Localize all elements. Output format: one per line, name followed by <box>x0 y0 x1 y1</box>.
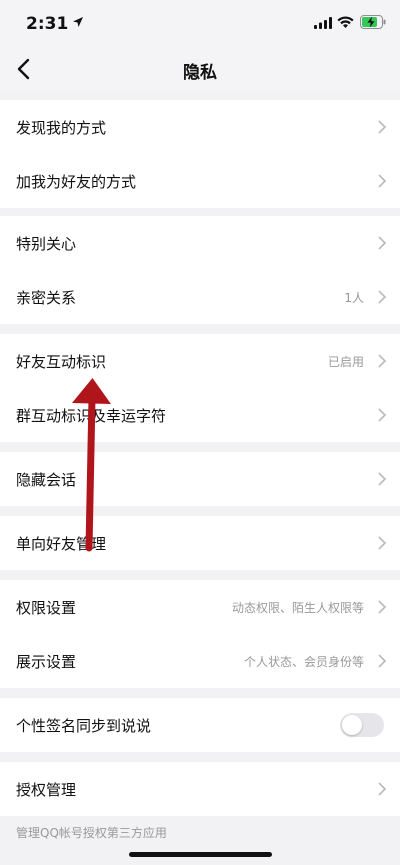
chevron-right-icon <box>378 408 386 422</box>
row-label: 发现我的方式 <box>16 119 107 137</box>
row-label: 单向好友管理 <box>16 535 107 553</box>
settings-group-signature-sync: 个性签名同步到说说 <box>0 698 400 752</box>
row-value: 个人状态、会员身份等 <box>243 655 364 669</box>
cellular-signal-icon <box>314 17 332 29</box>
row-discover-me[interactable]: 发现我的方式 <box>0 100 400 154</box>
home-indicator[interactable] <box>129 852 272 857</box>
chevron-right-icon <box>378 536 386 550</box>
page-title: 隐私 <box>183 63 217 83</box>
settings-group-interaction-marks: 好友互动标识 已启用 群互动标识及幸运字符 <box>0 334 400 442</box>
row-add-me-as-friend[interactable]: 加我为好友的方式 <box>0 154 400 208</box>
row-group-interaction-marks[interactable]: 群互动标识及幸运字符 <box>0 388 400 442</box>
chevron-right-icon <box>378 120 386 134</box>
chevron-right-icon <box>378 354 386 368</box>
settings-group-one-way-friends: 单向好友管理 <box>0 516 400 570</box>
authorization-footer-note: 管理QQ帐号授权第三方应用 <box>16 826 167 840</box>
row-label: 权限设置 <box>16 599 77 617</box>
settings-group-discovery: 发现我的方式 加我为好友的方式 <box>0 100 400 208</box>
chevron-right-icon <box>378 236 386 250</box>
row-special-care[interactable]: 特别关心 <box>0 216 400 270</box>
row-label: 授权管理 <box>16 781 77 799</box>
chevron-right-icon <box>378 290 386 304</box>
chevron-right-icon <box>378 174 386 188</box>
settings-group-relations: 特别关心 亲密关系 1人 <box>0 216 400 324</box>
battery-charging-icon <box>360 15 386 29</box>
location-arrow-icon <box>73 17 83 27</box>
row-label: 好友互动标识 <box>16 353 107 371</box>
row-value: 动态权限、陌生人权限等 <box>231 601 364 615</box>
row-label: 个性签名同步到说说 <box>16 717 152 735</box>
row-signature-sync: 个性签名同步到说说 <box>0 698 400 752</box>
row-label: 隐藏会话 <box>16 471 77 489</box>
row-intimate-relations[interactable]: 亲密关系 1人 <box>0 270 400 324</box>
row-hidden-chats[interactable]: 隐藏会话 <box>0 452 400 506</box>
row-value: 1人 <box>344 291 364 305</box>
signature-sync-toggle[interactable] <box>340 713 384 737</box>
row-display-settings[interactable]: 展示设置 个人状态、会员身份等 <box>0 634 400 688</box>
row-label: 亲密关系 <box>16 289 77 307</box>
toggle-knob <box>342 715 362 735</box>
settings-group-hidden-chats: 隐藏会话 <box>0 452 400 506</box>
row-label: 特别关心 <box>16 235 77 253</box>
row-value: 已启用 <box>327 355 364 369</box>
wifi-icon <box>337 16 354 28</box>
chevron-right-icon <box>378 782 386 796</box>
status-time: 2:31 <box>26 14 69 34</box>
row-friend-interaction-marks[interactable]: 好友互动标识 已启用 <box>0 334 400 388</box>
chevron-right-icon <box>378 654 386 668</box>
row-authorization-management[interactable]: 授权管理 <box>0 762 400 816</box>
navigation-bar: 隐私 <box>0 46 400 92</box>
row-label: 加我为好友的方式 <box>16 173 137 191</box>
status-bar: 2:31 <box>0 0 400 46</box>
row-label: 展示设置 <box>16 653 77 671</box>
settings-group-permissions: 权限设置 动态权限、陌生人权限等 展示设置 个人状态、会员身份等 <box>0 580 400 688</box>
row-permission-settings[interactable]: 权限设置 动态权限、陌生人权限等 <box>0 580 400 634</box>
chevron-right-icon <box>378 600 386 614</box>
chevron-right-icon <box>378 472 386 486</box>
row-one-way-friend-management[interactable]: 单向好友管理 <box>0 516 400 570</box>
settings-group-authorization: 授权管理 <box>0 762 400 816</box>
row-label: 群互动标识及幸运字符 <box>16 407 167 425</box>
